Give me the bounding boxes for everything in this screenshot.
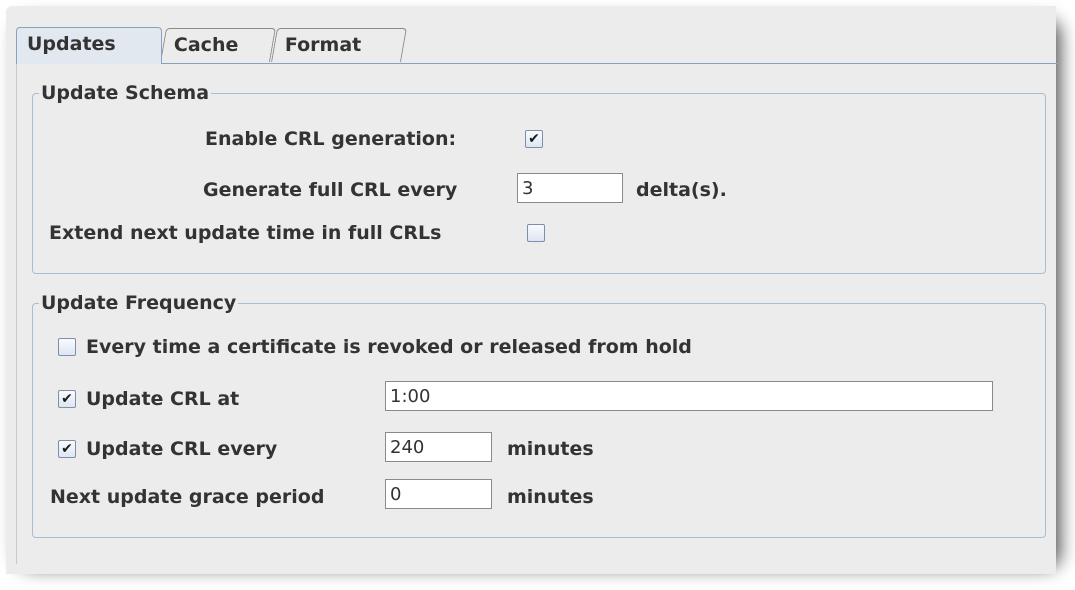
extend-next-checkbox[interactable] bbox=[527, 224, 545, 242]
update-every-checkbox[interactable]: ✔ bbox=[58, 440, 76, 458]
tab-cache-label: Cache bbox=[173, 34, 239, 56]
grace-period-unit: minutes bbox=[507, 486, 594, 508]
extend-next-label: Extend next update time in full CRLs bbox=[49, 222, 442, 244]
update-every-input[interactable] bbox=[385, 432, 492, 462]
generate-full-unit: delta(s). bbox=[636, 179, 727, 201]
every-revoke-label: Every time a certificate is revoked or r… bbox=[86, 336, 692, 358]
update-at-checkbox[interactable]: ✔ bbox=[58, 390, 76, 408]
generate-full-label: Generate full CRL every bbox=[203, 179, 458, 201]
grace-period-label: Next update grace period bbox=[50, 486, 325, 508]
update-every-unit: minutes bbox=[507, 438, 594, 460]
crl-config-window: Updates Cache Format Update Schema Enabl… bbox=[6, 6, 1061, 574]
update-schema-legend: Update Schema bbox=[41, 82, 210, 104]
tab-updates[interactable]: Updates bbox=[16, 27, 162, 64]
update-at-label: Update CRL at bbox=[86, 388, 240, 410]
tab-cache[interactable]: Cache bbox=[160, 28, 276, 62]
enable-crl-checkbox[interactable]: ✔ bbox=[525, 130, 543, 148]
update-frequency-legend: Update Frequency bbox=[41, 292, 237, 314]
update-every-label: Update CRL every bbox=[86, 438, 278, 460]
tab-format[interactable]: Format bbox=[271, 28, 407, 62]
generate-full-input[interactable] bbox=[517, 173, 623, 203]
tab-format-label: Format bbox=[284, 34, 362, 56]
enable-crl-label: Enable CRL generation: bbox=[205, 128, 457, 150]
every-revoke-checkbox[interactable] bbox=[58, 338, 76, 356]
update-at-input[interactable] bbox=[385, 381, 993, 411]
grace-period-input[interactable] bbox=[385, 479, 492, 509]
